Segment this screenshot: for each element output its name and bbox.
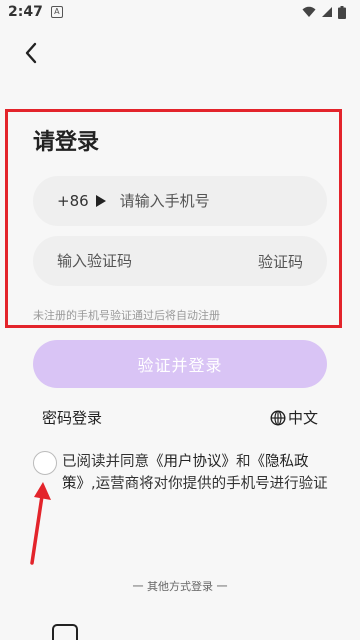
agreement-prefix: 已阅读并同意 bbox=[62, 454, 149, 470]
code-input[interactable] bbox=[57, 252, 258, 270]
a-icon: A bbox=[50, 6, 63, 18]
agreement-checkbox[interactable] bbox=[33, 451, 57, 475]
phone-input[interactable] bbox=[119, 192, 314, 210]
code-field[interactable]: 验证码 bbox=[33, 236, 327, 286]
status-icons bbox=[302, 5, 346, 19]
phone-login-icon[interactable] bbox=[52, 624, 78, 640]
login-button[interactable]: 验证并登录 bbox=[33, 340, 327, 388]
password-login-link[interactable]: 密码登录 bbox=[42, 407, 102, 428]
status-time: 2:47 bbox=[8, 4, 43, 20]
country-code-selector[interactable]: +86 bbox=[57, 192, 89, 210]
get-code-button[interactable]: 验证码 bbox=[258, 251, 303, 272]
wifi-icon bbox=[302, 6, 316, 17]
language-switch[interactable]: 中文 bbox=[270, 407, 318, 428]
phone-field[interactable]: +86 bbox=[33, 176, 327, 226]
agreement-text: 已阅读并同意《用户协议》和《隐私政策》,运营商将对你提供的手机号进行验证 bbox=[62, 451, 332, 495]
agreement-and: 和 bbox=[236, 454, 251, 470]
signal-icon bbox=[322, 7, 332, 17]
language-label: 中文 bbox=[287, 409, 318, 427]
other-login-divider: 一 其他方式登录 一 bbox=[132, 580, 228, 593]
register-hint: 未注册的手机号验证通过后将自动注册 bbox=[33, 309, 220, 322]
play-icon[interactable] bbox=[95, 195, 106, 207]
back-arrow-icon bbox=[25, 42, 37, 64]
user-agreement-link[interactable]: 《用户协议》 bbox=[149, 454, 236, 470]
agreement-suffix: ,运营商将对你提供的手机号进行验证 bbox=[91, 476, 328, 492]
back-button[interactable] bbox=[16, 38, 46, 68]
battery-icon bbox=[338, 5, 346, 19]
annotation-arrow bbox=[30, 482, 51, 565]
page-title: 请登录 bbox=[33, 130, 100, 155]
status-bar: 2:47 A bbox=[0, 0, 360, 24]
globe-icon bbox=[270, 409, 286, 426]
